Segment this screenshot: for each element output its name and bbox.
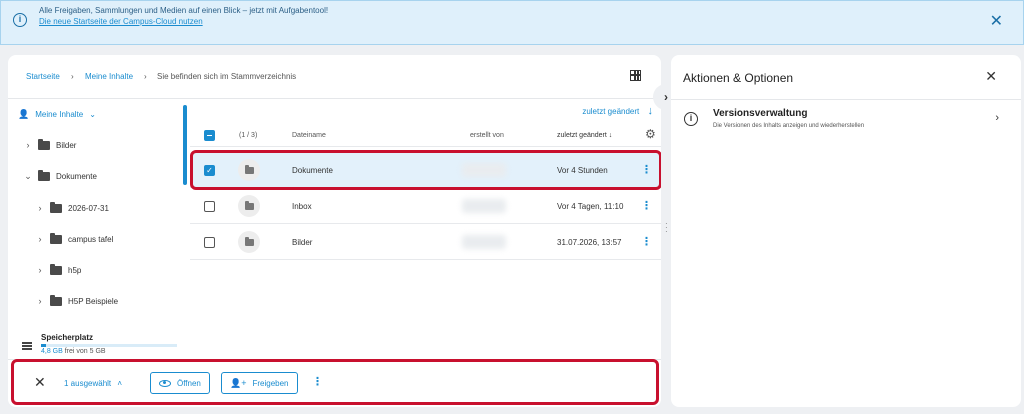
breadcrumb-home[interactable]: Startseite	[26, 72, 60, 81]
sidebar-item-label: 2026-07-31	[68, 203, 109, 213]
info-icon: i	[684, 112, 698, 126]
file-table: zuletzt geändert ↓ (1 / 3) Dateiname ers…	[190, 99, 661, 359]
highlight-selected-row	[190, 150, 661, 190]
version-subtitle: Die Versionen des Inhalts anzeigen und w…	[713, 123, 865, 129]
info-icon: i	[13, 13, 27, 27]
folder-icon	[50, 263, 62, 275]
sidebar: 👤 Meine Inhalte ⌄ › Bilder ⌄ Dokumente ›…	[8, 99, 190, 339]
chevron-right-icon[interactable]: ›	[24, 140, 32, 150]
sidebar-item-label: campus tafel	[68, 234, 114, 244]
sidebar-item-dokumente[interactable]: ⌄ Dokumente	[24, 168, 97, 184]
table-row[interactable]: Inbox Vor 4 Tagen, 11:10 ⋮	[190, 189, 661, 224]
sidebar-item-2026-07-31[interactable]: › 2026-07-31	[36, 200, 109, 216]
storage-bar	[41, 344, 177, 347]
close-icon[interactable]: ✕	[990, 11, 1003, 31]
version-title: Versionsverwaltung	[713, 108, 808, 119]
folder-icon	[50, 201, 62, 213]
select-all-checkbox[interactable]	[204, 130, 215, 141]
sidebar-item-label: h5p	[68, 265, 82, 275]
storage-icon	[22, 342, 32, 350]
header-modified[interactable]: zuletzt geändert ↓	[557, 132, 612, 139]
grid-view-icon[interactable]	[630, 70, 641, 81]
breadcrumb-my-content[interactable]: Meine Inhalte	[85, 72, 133, 81]
header-modified-label: zuletzt geändert	[557, 132, 607, 139]
chevron-down-icon[interactable]: ⌄	[24, 171, 32, 182]
sidebar-item-h5p[interactable]: › h5p	[36, 262, 81, 278]
sidebar-scrollbar[interactable]	[183, 105, 187, 185]
arrow-down-icon: ↓	[608, 132, 613, 139]
folder-icon	[50, 232, 62, 244]
arrow-down-icon: ↓	[647, 105, 654, 117]
sidebar-item-label: Dokumente	[56, 171, 97, 181]
row-name[interactable]: Bilder	[292, 238, 312, 247]
row-checkbox[interactable]	[204, 201, 215, 212]
info-banner: i Alle Freigaben, Sammlungen und Medien …	[0, 0, 1024, 45]
main-panel: Startseite › Meine Inhalte › Sie befinde…	[8, 55, 661, 407]
sidebar-item-label: H5P Beispiele	[68, 296, 119, 306]
folder-icon	[38, 169, 50, 181]
breadcrumb: Startseite › Meine Inhalte › Sie befinde…	[8, 55, 661, 99]
storage-bar-fill	[41, 344, 47, 347]
folder-icon	[38, 138, 50, 150]
storage-label: Speicherplatz	[41, 333, 94, 342]
header-filename[interactable]: Dateiname	[292, 132, 326, 139]
row-modified: Vor 4 Tagen, 11:10	[557, 202, 624, 211]
chevron-right-icon[interactable]: ›	[36, 296, 44, 306]
sort-label: zuletzt geändert	[582, 107, 640, 116]
sidebar-item-campus-tafel[interactable]: › campus tafel	[36, 231, 113, 247]
sidebar-root[interactable]: 👤 Meine Inhalte ⌄	[18, 106, 96, 122]
selection-count: (1 / 3)	[239, 132, 258, 139]
user-icon: 👤	[18, 108, 30, 119]
chevron-right-icon[interactable]: ›	[36, 234, 44, 244]
chevron-right-icon: ›	[144, 72, 147, 81]
panel-title: Aktionen & Optionen	[683, 71, 794, 85]
actions-panel: Aktionen & Optionen ✕ i Versionsverwaltu…	[671, 55, 1021, 407]
folder-icon	[238, 231, 260, 253]
resize-handle-icon[interactable]: · · ·	[665, 220, 668, 236]
banner-text: Alle Freigaben, Sammlungen und Medien au…	[39, 6, 329, 15]
divider	[671, 99, 1021, 100]
chevron-down-icon: ⌄	[89, 109, 96, 119]
header-created-by[interactable]: erstellt von	[470, 132, 504, 139]
close-icon[interactable]: ✕	[985, 68, 997, 85]
table-header: (1 / 3) Dateiname erstellt von zuletzt g…	[190, 125, 661, 147]
storage-text: 4,8 GB frei von 5 GB	[41, 348, 106, 355]
row-name[interactable]: Inbox	[292, 202, 312, 211]
gear-icon[interactable]: ⚙	[645, 127, 656, 141]
folder-icon	[238, 195, 260, 217]
blurred-author	[462, 235, 506, 249]
storage-free: 4,8 GB	[41, 348, 63, 355]
chevron-right-icon: ›	[995, 112, 999, 124]
table-row[interactable]: Bilder 31.07.2026, 13:57 ⋮	[190, 225, 661, 260]
row-modified: 31.07.2026, 13:57	[557, 238, 622, 247]
more-options-icon[interactable]: ⋮	[641, 201, 652, 212]
highlight-action-bar	[11, 359, 659, 405]
sidebar-root-label: Meine Inhalte	[35, 109, 84, 119]
more-options-icon[interactable]: ⋮	[641, 237, 652, 248]
breadcrumb-current: Sie befinden sich im Stammverzeichnis	[157, 72, 297, 81]
chevron-right-icon[interactable]: ›	[36, 203, 44, 213]
chevron-right-icon: ›	[71, 72, 74, 81]
banner-link[interactable]: Die neue Startseite der Campus-Cloud nut…	[39, 17, 203, 26]
folder-icon	[50, 294, 62, 306]
row-checkbox[interactable]	[204, 237, 215, 248]
sidebar-item-bilder[interactable]: › Bilder	[24, 137, 76, 153]
sidebar-item-h5p-beispiele[interactable]: › H5P Beispiele	[36, 293, 118, 309]
sidebar-item-label: Bilder	[56, 140, 77, 150]
sort-control[interactable]: zuletzt geändert ↓	[582, 105, 653, 117]
chevron-right-icon[interactable]: ›	[36, 265, 44, 275]
storage-total: frei von 5 GB	[62, 348, 106, 355]
blurred-author	[462, 199, 506, 213]
